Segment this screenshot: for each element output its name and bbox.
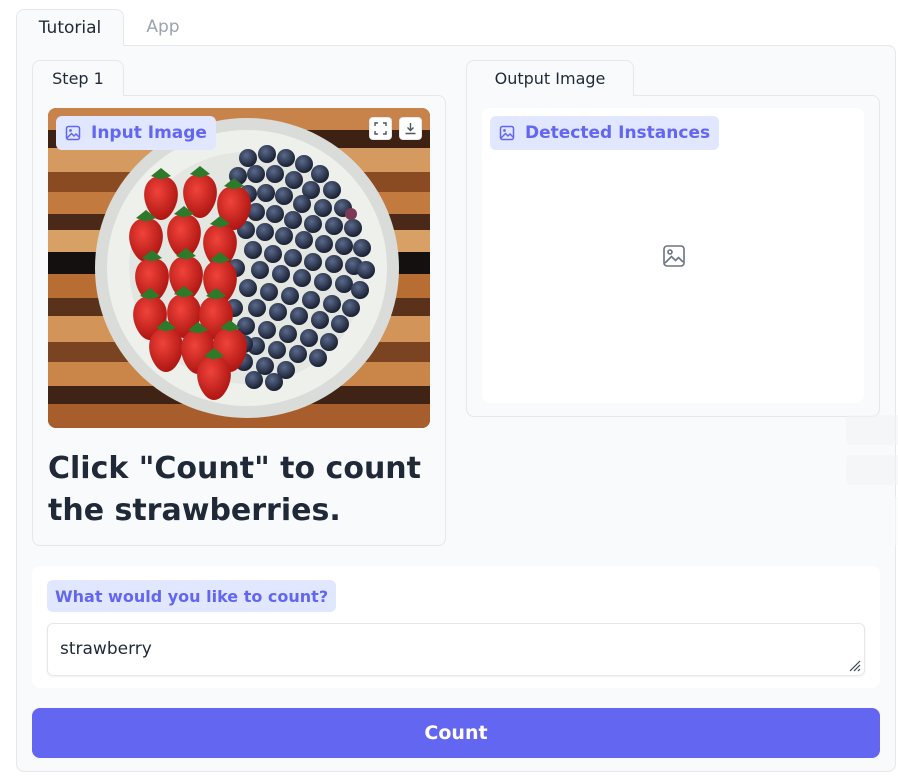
image-icon: [499, 125, 515, 141]
tab-step-1[interactable]: Step 1: [32, 60, 124, 96]
background-ghost-panel: [838, 415, 898, 550]
input-image-label: Input Image: [56, 116, 216, 150]
count-textarea[interactable]: strawberry: [47, 623, 865, 676]
strawberries-blueberries-photo: [48, 108, 430, 428]
ghost-row: [846, 497, 898, 545]
resize-grip-icon[interactable]: [847, 658, 861, 672]
tab-output-image[interactable]: Output Image: [466, 60, 634, 96]
count-input-label: What would you like to count?: [47, 580, 337, 612]
input-image[interactable]: [48, 108, 430, 428]
ghost-row: [846, 415, 898, 445]
input-image-label-text: Input Image: [91, 123, 207, 143]
image-placeholder-icon: [663, 245, 685, 267]
tab-tutorial[interactable]: Tutorial: [16, 9, 124, 46]
count-textarea-value: strawberry: [60, 639, 152, 659]
top-tabs: Tutorial App: [16, 9, 898, 46]
count-button[interactable]: Count: [32, 708, 880, 758]
detected-instances-label: Detected Instances: [490, 116, 720, 150]
tab-app[interactable]: App: [128, 9, 198, 46]
ghost-row: [846, 455, 898, 485]
fullscreen-icon: [374, 122, 387, 135]
instruction-text: Click "Count" to count the strawberries.: [48, 451, 421, 528]
download-icon: [405, 123, 416, 135]
detected-instances-label-text: Detected Instances: [525, 123, 711, 143]
download-button[interactable]: [399, 117, 422, 140]
image-icon: [65, 125, 81, 141]
fullscreen-button[interactable]: [369, 117, 392, 140]
